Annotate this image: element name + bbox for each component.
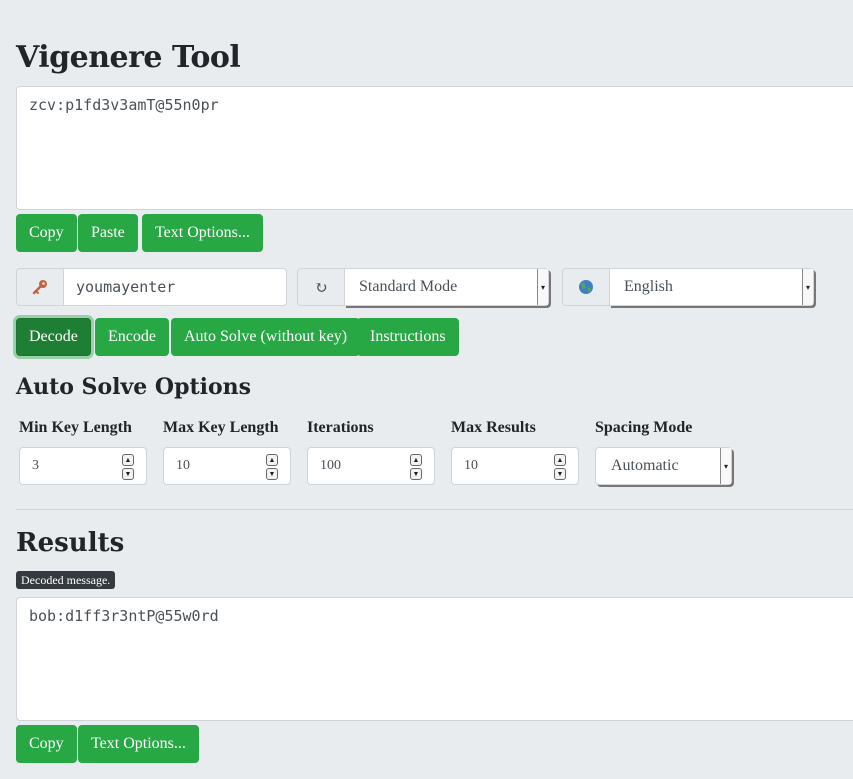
- auto-solve-button[interactable]: Auto Solve (without key): [171, 318, 361, 356]
- iterations-label: Iterations: [307, 419, 374, 436]
- mode-select-value: Standard Mode: [359, 278, 458, 295]
- status-badge: Decoded message.: [16, 571, 116, 589]
- mode-select[interactable]: Standard Mode ▾: [344, 268, 549, 306]
- chevron-down-icon: ▾: [537, 269, 548, 305]
- min-key-length-label: Min Key Length: [19, 419, 132, 436]
- decode-button[interactable]: Decode: [16, 318, 91, 356]
- globe-icon: [562, 268, 609, 306]
- language-select[interactable]: English ▾: [609, 268, 814, 306]
- text-options-button[interactable]: Text Options...: [142, 214, 263, 252]
- key-icon: [16, 268, 63, 306]
- number-spinner[interactable]: ▲ ▼: [410, 454, 422, 480]
- results-heading: Results: [16, 528, 125, 558]
- language-select-group: English ▾: [562, 268, 814, 306]
- chevron-down-icon[interactable]: ▼: [266, 468, 278, 480]
- chevron-up-icon[interactable]: ▲: [410, 454, 422, 466]
- language-select-value: English: [624, 278, 673, 295]
- auto-solve-heading: Auto Solve Options: [16, 374, 252, 400]
- chevron-down-icon: ▾: [802, 269, 813, 305]
- paste-button[interactable]: Paste: [78, 214, 138, 252]
- key-input-group: youmayenter: [16, 268, 287, 306]
- spacing-mode-label: Spacing Mode: [595, 419, 693, 436]
- results-text-options-button[interactable]: Text Options...: [78, 725, 199, 763]
- max-results-label: Max Results: [451, 419, 536, 436]
- max-results-input[interactable]: 10 ▲ ▼: [451, 447, 579, 485]
- instructions-button[interactable]: Instructions: [357, 318, 459, 356]
- iterations-value: 100: [320, 458, 341, 473]
- input-textarea[interactable]: zcv:p1fd3v3amT@55n0pr: [16, 86, 853, 210]
- number-spinner[interactable]: ▲ ▼: [554, 454, 566, 480]
- number-spinner[interactable]: ▲ ▼: [266, 454, 278, 480]
- number-spinner[interactable]: ▲ ▼: [122, 454, 134, 480]
- chevron-up-icon[interactable]: ▲: [554, 454, 566, 466]
- copy-button[interactable]: Copy: [16, 214, 77, 252]
- max-key-length-value: 10: [176, 458, 190, 473]
- results-copy-button[interactable]: Copy: [16, 725, 77, 763]
- chevron-up-icon[interactable]: ▲: [266, 454, 278, 466]
- refresh-icon: ↻: [297, 268, 344, 306]
- iterations-input[interactable]: 100 ▲ ▼: [307, 447, 435, 485]
- chevron-down-icon[interactable]: ▼: [554, 468, 566, 480]
- results-textarea[interactable]: bob:d1ff3r3ntP@55w0rd: [16, 597, 853, 721]
- encode-button[interactable]: Encode: [95, 318, 169, 356]
- max-key-length-label: Max Key Length: [163, 419, 279, 436]
- key-input[interactable]: youmayenter: [63, 268, 287, 306]
- chevron-down-icon: ▾: [720, 448, 731, 484]
- mode-select-group: ↻ Standard Mode ▾: [297, 268, 549, 306]
- min-key-length-input[interactable]: 3 ▲ ▼: [19, 447, 147, 485]
- chevron-down-icon[interactable]: ▼: [410, 468, 422, 480]
- min-key-length-value: 3: [32, 458, 39, 473]
- max-results-value: 10: [464, 458, 478, 473]
- chevron-up-icon[interactable]: ▲: [122, 454, 134, 466]
- spacing-mode-select[interactable]: Automatic ▾: [595, 447, 732, 485]
- page-title: Vigenere Tool: [16, 40, 241, 75]
- chevron-down-icon[interactable]: ▼: [122, 468, 134, 480]
- max-key-length-input[interactable]: 10 ▲ ▼: [163, 447, 291, 485]
- spacing-mode-value: Automatic: [611, 457, 679, 474]
- divider: [16, 509, 853, 510]
